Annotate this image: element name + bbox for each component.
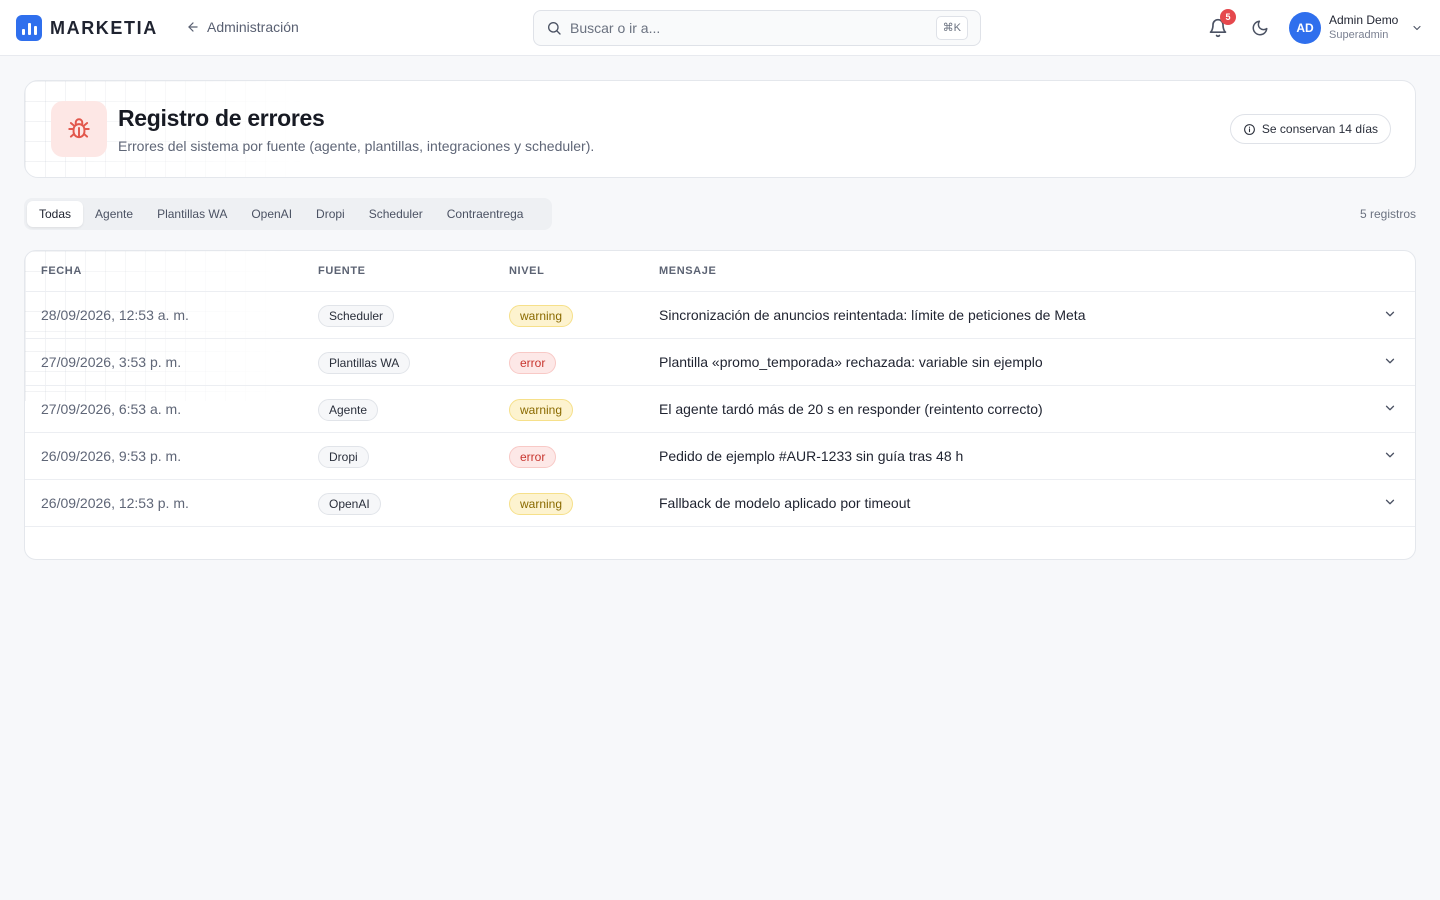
search-icon <box>548 22 561 35</box>
search-box[interactable]: ⌘K <box>533 10 981 46</box>
level-badge: error <box>509 352 557 374</box>
tab-agente[interactable]: Agente <box>83 201 145 227</box>
user-name: Admin Demo <box>1329 13 1399 27</box>
column-header-nivel: Nivel <box>509 265 545 277</box>
source-filter-tabs: Todas Agente Plantillas WA OpenAI Dropi … <box>24 198 552 230</box>
arrow-left-icon <box>188 22 198 32</box>
avatar[interactable]: AD <box>1289 12 1321 44</box>
bug-icon <box>68 118 90 139</box>
row-message: Plantilla «promo_temporada» rechazada: v… <box>659 354 1043 370</box>
row-date: 26/09/2026, 9:53 p. m. <box>41 448 182 464</box>
row-message: Sincronización de anuncios reintentada: … <box>659 307 1086 323</box>
errors-table: Fecha Fuente Nivel Mensaje 28/09/2026, 1… <box>24 250 1416 560</box>
page-header-card: Registro de errores Errores del sistema … <box>24 80 1416 178</box>
tab-dropi[interactable]: Dropi <box>304 201 357 227</box>
back-to-admin-link[interactable]: Administración <box>186 19 299 35</box>
table-row[interactable]: 27/09/2026, 6:53 a. m. Agente warning El… <box>25 386 1415 433</box>
table-row[interactable]: 26/09/2026, 12:53 p. m. OpenAI warning F… <box>25 480 1415 527</box>
tab-openai[interactable]: OpenAI <box>239 201 304 227</box>
table-row[interactable]: 27/09/2026, 3:53 p. m. Plantillas WA err… <box>25 339 1415 386</box>
chevron-down-icon[interactable] <box>1383 448 1397 462</box>
tab-scheduler[interactable]: Scheduler <box>357 201 435 227</box>
level-badge: warning <box>509 493 574 515</box>
records-count: 5 registros <box>1359 207 1416 221</box>
chevron-down-icon[interactable] <box>1383 495 1397 509</box>
page-subtitle: Errores del sistema por fuente (agente, … <box>118 138 595 154</box>
source-pill: OpenAI <box>318 493 381 515</box>
user-menu[interactable]: Admin Demo Superadmin <box>1329 13 1398 42</box>
retention-info-chip[interactable]: Se conservan 14 días <box>1229 114 1391 144</box>
search-shortcut-hint: ⌘K <box>935 16 968 40</box>
source-pill: Dropi <box>318 446 369 468</box>
row-message: Fallback de modelo aplicado por timeout <box>659 495 911 511</box>
search-input[interactable] <box>570 20 930 36</box>
table-header: Fecha Fuente Nivel Mensaje <box>25 251 1415 292</box>
user-role: Superadmin <box>1329 29 1389 41</box>
row-message: Pedido de ejemplo #AUR-1233 sin guía tra… <box>659 448 964 464</box>
chevron-down-icon[interactable] <box>1383 354 1397 368</box>
retention-label: Se conservan 14 días <box>1261 122 1378 136</box>
bug-icon-box <box>51 101 107 157</box>
tab-contraentrega[interactable]: Contraentrega <box>435 201 536 227</box>
source-pill: Plantillas WA <box>318 352 411 374</box>
column-header-mensaje: Mensaje <box>659 265 717 277</box>
row-date: 27/09/2026, 3:53 p. m. <box>41 354 182 370</box>
top-bar: MARKETIA Administración ⌘K 5 AD Admin De… <box>0 0 1440 56</box>
row-date: 28/09/2026, 12:53 a. m. <box>41 307 189 323</box>
row-date: 27/09/2026, 6:53 a. m. <box>41 401 182 417</box>
back-link-label: Administración <box>207 19 299 35</box>
column-header-fuente: Fuente <box>318 265 366 277</box>
chevron-down-icon[interactable] <box>1383 307 1397 321</box>
tab-plantillas-wa[interactable]: Plantillas WA <box>145 201 239 227</box>
brand-logo[interactable]: MARKETIA <box>16 15 158 41</box>
page-title: Registro de errores <box>118 105 325 131</box>
chevron-down-icon[interactable] <box>1383 401 1397 415</box>
table-row[interactable]: 26/09/2026, 9:53 p. m. Dropi error Pedid… <box>25 433 1415 480</box>
brand-name: MARKETIA <box>50 17 158 38</box>
row-message: El agente tardó más de 20 s en responder… <box>659 401 1043 417</box>
table-row[interactable]: 28/09/2026, 12:53 a. m. Scheduler warnin… <box>25 292 1415 339</box>
info-icon <box>1244 123 1255 135</box>
row-date: 26/09/2026, 12:53 p. m. <box>41 495 189 511</box>
column-header-fecha: Fecha <box>41 265 82 277</box>
level-badge: warning <box>509 305 574 327</box>
source-pill: Scheduler <box>318 305 395 327</box>
chevron-down-icon[interactable] <box>1411 22 1423 34</box>
tab-todas[interactable]: Todas <box>27 201 84 227</box>
source-pill: Agente <box>318 399 379 421</box>
chart-bars-icon <box>16 15 42 41</box>
level-badge: warning <box>509 399 574 421</box>
notification-badge: 5 <box>1220 9 1236 25</box>
moon-icon[interactable] <box>1251 19 1269 37</box>
level-badge: error <box>509 446 557 468</box>
